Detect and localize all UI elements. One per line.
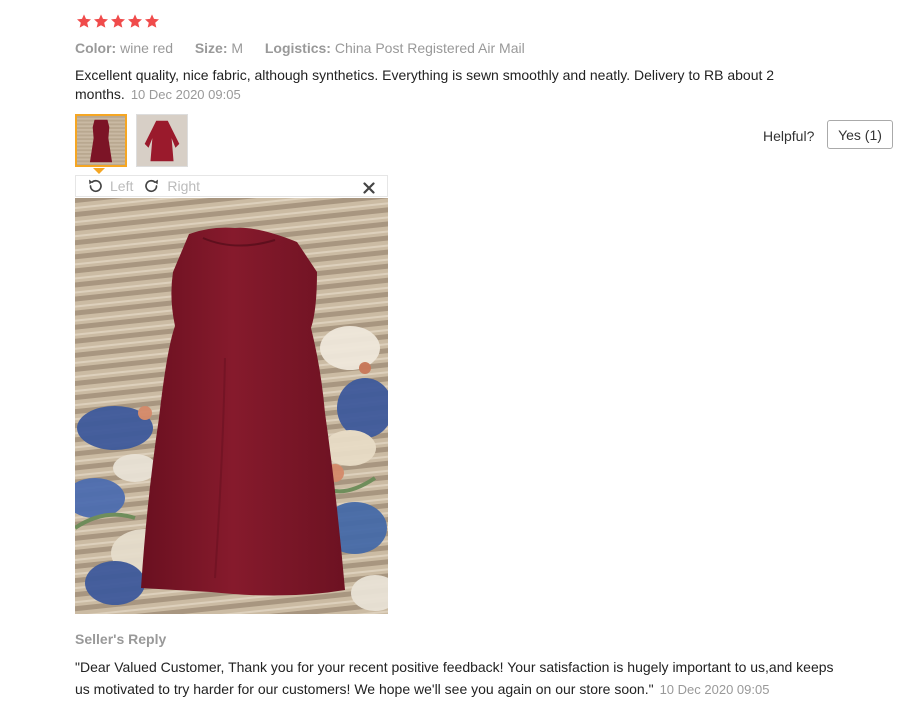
rotate-left-button[interactable]: Left [86,177,133,195]
seller-reply-block: "Dear Valued Customer, Thank you for you… [75,656,835,701]
rotate-right-icon [145,179,159,193]
rotate-right-label: Right [167,178,201,194]
star-icon [77,14,91,28]
review-text-block: Excellent quality, nice fabric, although… [75,66,835,104]
review-photo-large [75,198,388,614]
color-label: Color: [75,40,117,56]
star-icon [128,14,142,28]
seller-reply-date: 10 Dec 2020 09:05 [659,682,770,697]
close-icon [363,182,375,194]
size-value: M [231,40,244,56]
helpful-label: Helpful? [763,128,815,144]
rotate-left-label: Left [110,178,134,194]
rotate-right-button[interactable]: Right [143,177,200,195]
active-thumbnail-indicator [93,168,105,174]
close-viewer-button[interactable] [363,178,375,197]
helpful-yes-button[interactable]: Yes (1) [827,120,893,149]
photo-viewer-toolbar: Left Right [75,175,388,197]
review-photo-thumbnail-2[interactable] [136,114,188,167]
star-icon [94,14,108,28]
star-icon [111,14,125,28]
order-attributes: Color: wine red Size: M Logistics: China… [75,40,525,56]
color-value: wine red [120,40,174,56]
rotate-left-icon [89,179,102,193]
logistics-value: China Post Registered Air Mail [334,40,525,56]
star-icon [145,14,159,28]
star-rating [76,13,160,29]
review-photo-thumbnail-1[interactable] [75,114,127,167]
logistics-label: Logistics: [264,40,331,56]
size-label: Size: [194,40,228,56]
review-date: 10 Dec 2020 09:05 [130,87,241,102]
seller-reply-title: Seller's Reply [75,631,167,647]
